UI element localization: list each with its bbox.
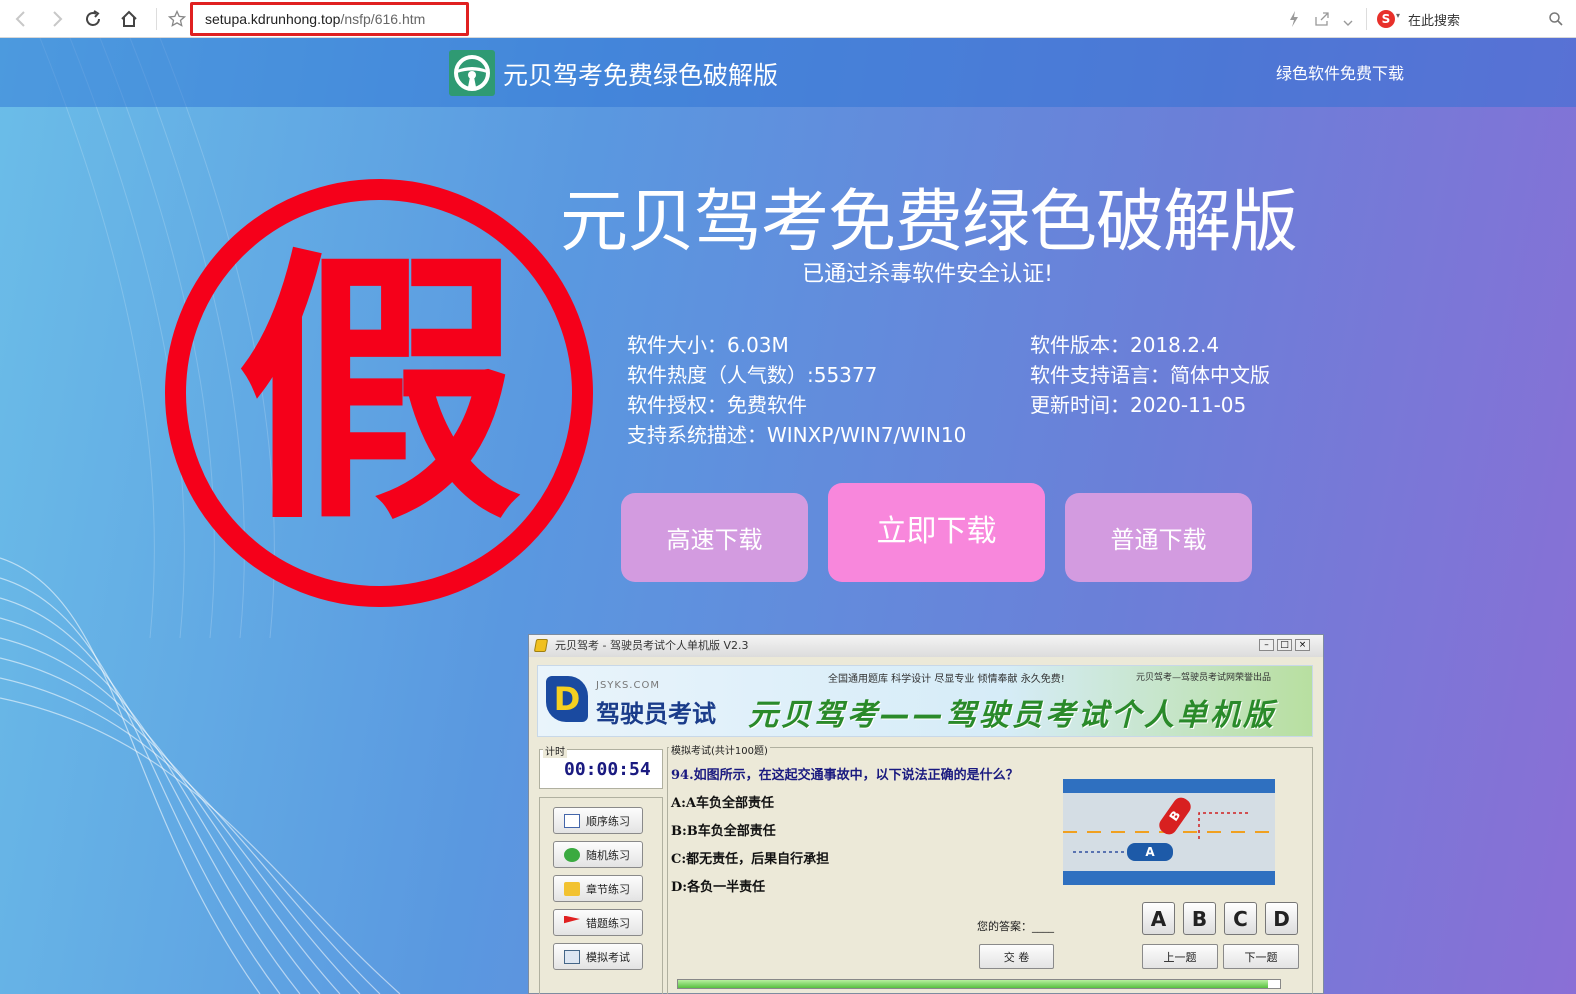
banner-logo-text: 驾驶员考试: [596, 700, 716, 728]
app-screenshot: 元贝驾考 - 驾驶员考试个人单机版 V2.3 – □ × D JSYKS.COM…: [528, 634, 1324, 994]
info-right: 软件版本：2018.2.4 软件支持语言：简体中文版 更新时间：2020-11-…: [1030, 330, 1270, 420]
browser-toolbar: setupa.kdrunhong.top/nsfp/616.htm S ▾ 在此…: [0, 0, 1576, 38]
edit-icon: [564, 813, 580, 828]
mode-label: 顺序练习: [586, 814, 630, 828]
info-license: 软件授权：免费软件: [627, 393, 807, 417]
mode-label: 章节练习: [586, 882, 630, 896]
app-titlebar: 元贝驾考 - 驾驶员考试个人单机版 V2.3: [529, 635, 1323, 657]
web-page: 元贝驾考免费绿色破解版 绿色软件免费下载 元贝驾考免费绿色破解版 已通过杀毒软件…: [0, 38, 1576, 994]
wrong-practice-button[interactable]: 错题练习: [553, 909, 643, 936]
maximize-icon[interactable]: □: [1277, 639, 1292, 651]
mode-label: 模拟考试: [586, 950, 630, 964]
banner-jsyks: JSYKS.COM: [596, 680, 660, 691]
fake-stamp: 假: [165, 179, 593, 607]
divider: [1366, 8, 1367, 30]
fast-download-button[interactable]: 高速下载: [621, 493, 808, 582]
your-answer-label: 您的答案：____: [977, 920, 1054, 933]
header-link[interactable]: 绿色软件免费下载: [1276, 60, 1404, 84]
engine-dropdown-icon[interactable]: ▾: [1396, 11, 1400, 20]
exam-label: 模拟考试(共计100题): [669, 742, 770, 757]
timer-value: 00:00:54: [564, 759, 651, 780]
chapter-practice-button[interactable]: 章节练习: [553, 875, 643, 902]
question-text: 94.如图所示，在这起交通事故中，以下说法正确的是什么？: [671, 768, 1019, 783]
banner-slogan: 全国通用题库 科学设计 尽显专业 倾情奉献 永久免费!: [828, 674, 1065, 685]
car-a: A: [1127, 843, 1173, 861]
next-question-button[interactable]: 下一题: [1223, 944, 1299, 969]
question-image: A B: [1063, 779, 1275, 885]
info-popularity: 软件热度（人气数）:55377: [627, 363, 878, 387]
folder-icon: [564, 881, 580, 896]
back-icon[interactable]: [8, 6, 34, 32]
mock-exam-button[interactable]: 模拟考试: [553, 943, 643, 970]
sequential-practice-button[interactable]: 顺序练习: [553, 807, 643, 834]
banner-title: 元贝驾考——驾驶员考试个人单机版: [748, 698, 1276, 733]
reload-icon[interactable]: [80, 6, 106, 32]
mode-label: 随机练习: [586, 848, 630, 862]
option-a[interactable]: A:A车负全部责任: [671, 792, 774, 811]
answer-d-button[interactable]: D: [1265, 902, 1298, 935]
info-left: 软件大小：6.03M 软件热度（人气数）:55377 软件授权：免费软件 支持系…: [627, 330, 966, 450]
timer-label: 计时: [543, 743, 567, 758]
info-version: 软件版本：2018.2.4: [1030, 333, 1220, 357]
info-system: 支持系统描述：WINXP/WIN7/WIN10: [627, 423, 967, 447]
normal-download-button[interactable]: 普通下载: [1065, 493, 1252, 582]
download-now-button[interactable]: 立即下载: [828, 483, 1045, 582]
answer-b-button[interactable]: B: [1183, 902, 1216, 935]
search-icon[interactable]: [1548, 11, 1564, 27]
progress-fill: [678, 980, 1268, 988]
share-icon[interactable]: [1314, 11, 1330, 27]
answer-a-button[interactable]: A: [1142, 902, 1175, 935]
steering-wheel-logo-icon[interactable]: [449, 50, 495, 96]
jsyks-logo-icon: D: [546, 676, 588, 722]
url-host: setupa.kdrunhong.top: [205, 11, 341, 27]
url-path: /nsfp/616.htm: [340, 11, 426, 27]
info-size: 软件大小：6.03M: [627, 333, 789, 357]
address-bar[interactable]: setupa.kdrunhong.top/nsfp/616.htm: [190, 2, 469, 36]
answer-c-button[interactable]: C: [1224, 902, 1257, 935]
minimize-icon[interactable]: –: [1259, 639, 1274, 651]
app-banner: D JSYKS.COM 驾驶员考试 全国通用题库 科学设计 尽显专业 倾情奉献 …: [537, 665, 1313, 737]
mode-label: 错题练习: [586, 916, 630, 930]
app-icon: [533, 639, 549, 652]
home-icon[interactable]: [116, 6, 142, 32]
search-input[interactable]: 在此搜索: [1408, 10, 1538, 29]
info-updated: 更新时间：2020-11-05: [1030, 393, 1247, 417]
progress-bar: [677, 979, 1281, 989]
table-icon: [564, 949, 580, 964]
option-c[interactable]: C:都无责任，后果自行承担: [671, 848, 829, 867]
search-engine-icon[interactable]: S: [1377, 10, 1395, 28]
fake-stamp-char: 假: [236, 222, 522, 558]
hero-title: 元贝驾考免费绿色破解版: [560, 183, 1298, 262]
close-icon[interactable]: ×: [1295, 639, 1310, 651]
option-b[interactable]: B:B车负全部责任: [671, 820, 776, 839]
chevron-down-icon[interactable]: [1342, 13, 1354, 26]
lightning-icon[interactable]: [1288, 10, 1300, 28]
bookmark-star-icon[interactable]: [164, 6, 190, 32]
flag-icon: [564, 915, 580, 924]
info-language: 软件支持语言：简体中文版: [1030, 363, 1270, 387]
option-d[interactable]: D:各负一半责任: [671, 876, 765, 895]
random-practice-button[interactable]: 随机练习: [553, 841, 643, 868]
submit-exam-button[interactable]: 交 卷: [979, 944, 1054, 969]
hero-subtitle: 已通过杀毒软件安全认证!: [802, 262, 1053, 287]
forward-icon[interactable]: [44, 6, 70, 32]
prev-question-button[interactable]: 上一题: [1142, 944, 1218, 969]
shuffle-icon: [564, 847, 580, 862]
divider: [156, 8, 157, 30]
site-name[interactable]: 元贝驾考免费绿色破解版: [503, 56, 778, 92]
banner-maker: 元贝驾考—驾驶员考试网荣誉出品: [1136, 673, 1272, 683]
